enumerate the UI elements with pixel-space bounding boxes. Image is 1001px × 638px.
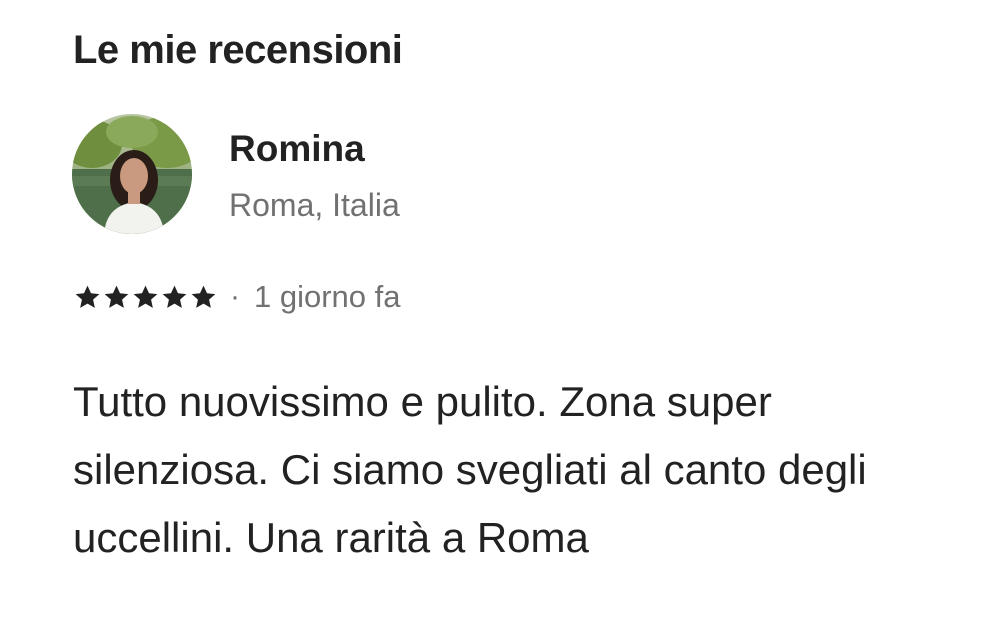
star-icon [162,285,187,308]
separator-dot: · [230,280,240,313]
page-title: Le mie recensioni [73,28,403,72]
review-text: Tutto nuovissimo e pulito. Zona super si… [73,378,867,561]
star-icon [75,285,100,308]
avatar[interactable] [72,114,192,234]
review-time: 1 giorno fa [254,279,401,314]
reviewer-name[interactable]: Romina [229,124,365,174]
avatar-photo [72,114,192,234]
reviewer-location: Roma, Italia [229,187,400,223]
star-icon [191,285,216,308]
star-rating [73,283,218,312]
rating-row: · 1 giorno fa [73,275,401,319]
star-icon [133,285,158,308]
star-icon [104,285,129,308]
